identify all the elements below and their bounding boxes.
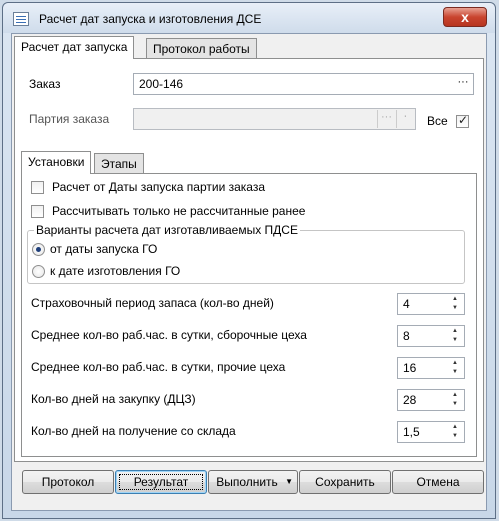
variants-group: Варианты расчета дат изготавливаемых ПДС… (27, 223, 465, 284)
spin-up-icon[interactable]: ▲ (447, 359, 463, 368)
dropdown-arrow-icon: ▼ (285, 477, 293, 486)
spinner-value: 1,5 (403, 425, 420, 439)
spinner-value: 8 (403, 329, 410, 343)
dialog-client: Расчет дат запуска Протокол работы Заказ… (11, 33, 487, 511)
param-label: Страховочный период запаса (кол-во дней) (31, 296, 274, 310)
param-spinner[interactable]: 1,5 ▲ ▼ (397, 421, 465, 443)
spinner-value: 16 (403, 361, 417, 375)
spin-up-icon[interactable]: ▲ (447, 327, 463, 336)
all-label: Все (427, 114, 448, 128)
batch-field[interactable]: ··· ⋅ (133, 108, 416, 130)
param-label: Кол-во дней на закупку (ДЦЗ) (31, 392, 196, 406)
variant-launch-radio[interactable] (32, 243, 45, 256)
tab-settings[interactable]: Установки (21, 151, 92, 174)
radio-dot-icon (36, 247, 41, 252)
order-field[interactable]: 200-146 ··· (133, 73, 474, 95)
spin-up-icon[interactable]: ▲ (447, 423, 463, 432)
spin-down-icon[interactable]: ▼ (447, 336, 463, 345)
param-label: Кол-во дней на получение со склада (31, 424, 236, 438)
order-label: Заказ (29, 77, 61, 91)
option2-checkbox[interactable] (31, 205, 44, 218)
spin-down-icon[interactable]: ▼ (447, 368, 463, 377)
cancel-button[interactable]: Отмена (392, 470, 484, 494)
spin-down-icon[interactable]: ▼ (447, 400, 463, 409)
settings-tab-panel: Расчет от Даты запуска партии заказа Рас… (21, 173, 477, 457)
spin-down-icon[interactable]: ▼ (447, 304, 463, 313)
batch-clear-button[interactable]: ⋅ (396, 110, 414, 128)
execute-button[interactable]: Выполнить ▼ (208, 470, 298, 494)
checkmark-icon: ✓ (458, 113, 469, 127)
save-button[interactable]: Сохранить (299, 470, 391, 494)
spin-down-icon[interactable]: ▼ (447, 432, 463, 441)
tab-stages[interactable]: Этапы (94, 153, 144, 174)
param-spinner[interactable]: 16 ▲ ▼ (397, 357, 465, 379)
window-title: Расчет дат запуска и изготовления ДСЕ (39, 12, 262, 26)
execute-button-label: Выполнить (216, 475, 278, 489)
param-label: Среднее кол-во раб.час. в сутки, сборочн… (31, 328, 307, 342)
focus-rect (119, 474, 203, 490)
variants-group-title: Варианты расчета дат изготавливаемых ПДС… (34, 223, 300, 237)
main-tab-panel: Заказ 200-146 ··· Партия заказа ··· ⋅ Вс… (14, 58, 484, 462)
close-button[interactable]: x (443, 7, 487, 27)
order-browse-button[interactable]: ··· (454, 75, 472, 93)
option1-checkbox[interactable] (31, 181, 44, 194)
spinner-value: 4 (403, 297, 410, 311)
all-checkbox[interactable]: ✓ (456, 113, 469, 128)
spinner-buttons: ▲ ▼ (447, 295, 463, 313)
spinner-buttons: ▲ ▼ (447, 391, 463, 409)
variant-manufacture-label: к дате изготовления ГО (50, 264, 181, 278)
spin-up-icon[interactable]: ▲ (447, 391, 463, 400)
param-label: Среднее кол-во раб.час. в сутки, прочие … (31, 360, 286, 374)
tab-launch-dates[interactable]: Расчет дат запуска (14, 36, 135, 59)
variant-launch-label: от даты запуска ГО (50, 242, 158, 256)
app-icon (13, 12, 29, 26)
tab-work-protocol[interactable]: Протокол работы (146, 38, 257, 59)
batch-label: Партия заказа (29, 112, 110, 126)
protocol-button[interactable]: Протокол (22, 470, 114, 494)
param-spinner[interactable]: 8 ▲ ▼ (397, 325, 465, 347)
option2-label: Рассчитывать только не рассчитанные ране… (52, 204, 306, 218)
order-value: 200-146 (139, 77, 184, 91)
option1-label: Расчет от Даты запуска партии заказа (52, 180, 266, 194)
batch-browse-button[interactable]: ··· (377, 110, 395, 128)
result-button[interactable]: Результат (115, 470, 207, 494)
spinner-buttons: ▲ ▼ (447, 359, 463, 377)
spinner-value: 28 (403, 393, 417, 407)
param-spinner[interactable]: 28 ▲ ▼ (397, 389, 465, 411)
param-spinner[interactable]: 4 ▲ ▼ (397, 293, 465, 315)
dialog-window: Расчет дат запуска и изготовления ДСЕ x … (2, 2, 496, 519)
spin-up-icon[interactable]: ▲ (447, 295, 463, 304)
spinner-buttons: ▲ ▼ (447, 423, 463, 441)
spinner-buttons: ▲ ▼ (447, 327, 463, 345)
title-bar[interactable]: Расчет дат запуска и изготовления ДСЕ x (3, 3, 495, 33)
variant-manufacture-radio[interactable] (32, 265, 45, 278)
